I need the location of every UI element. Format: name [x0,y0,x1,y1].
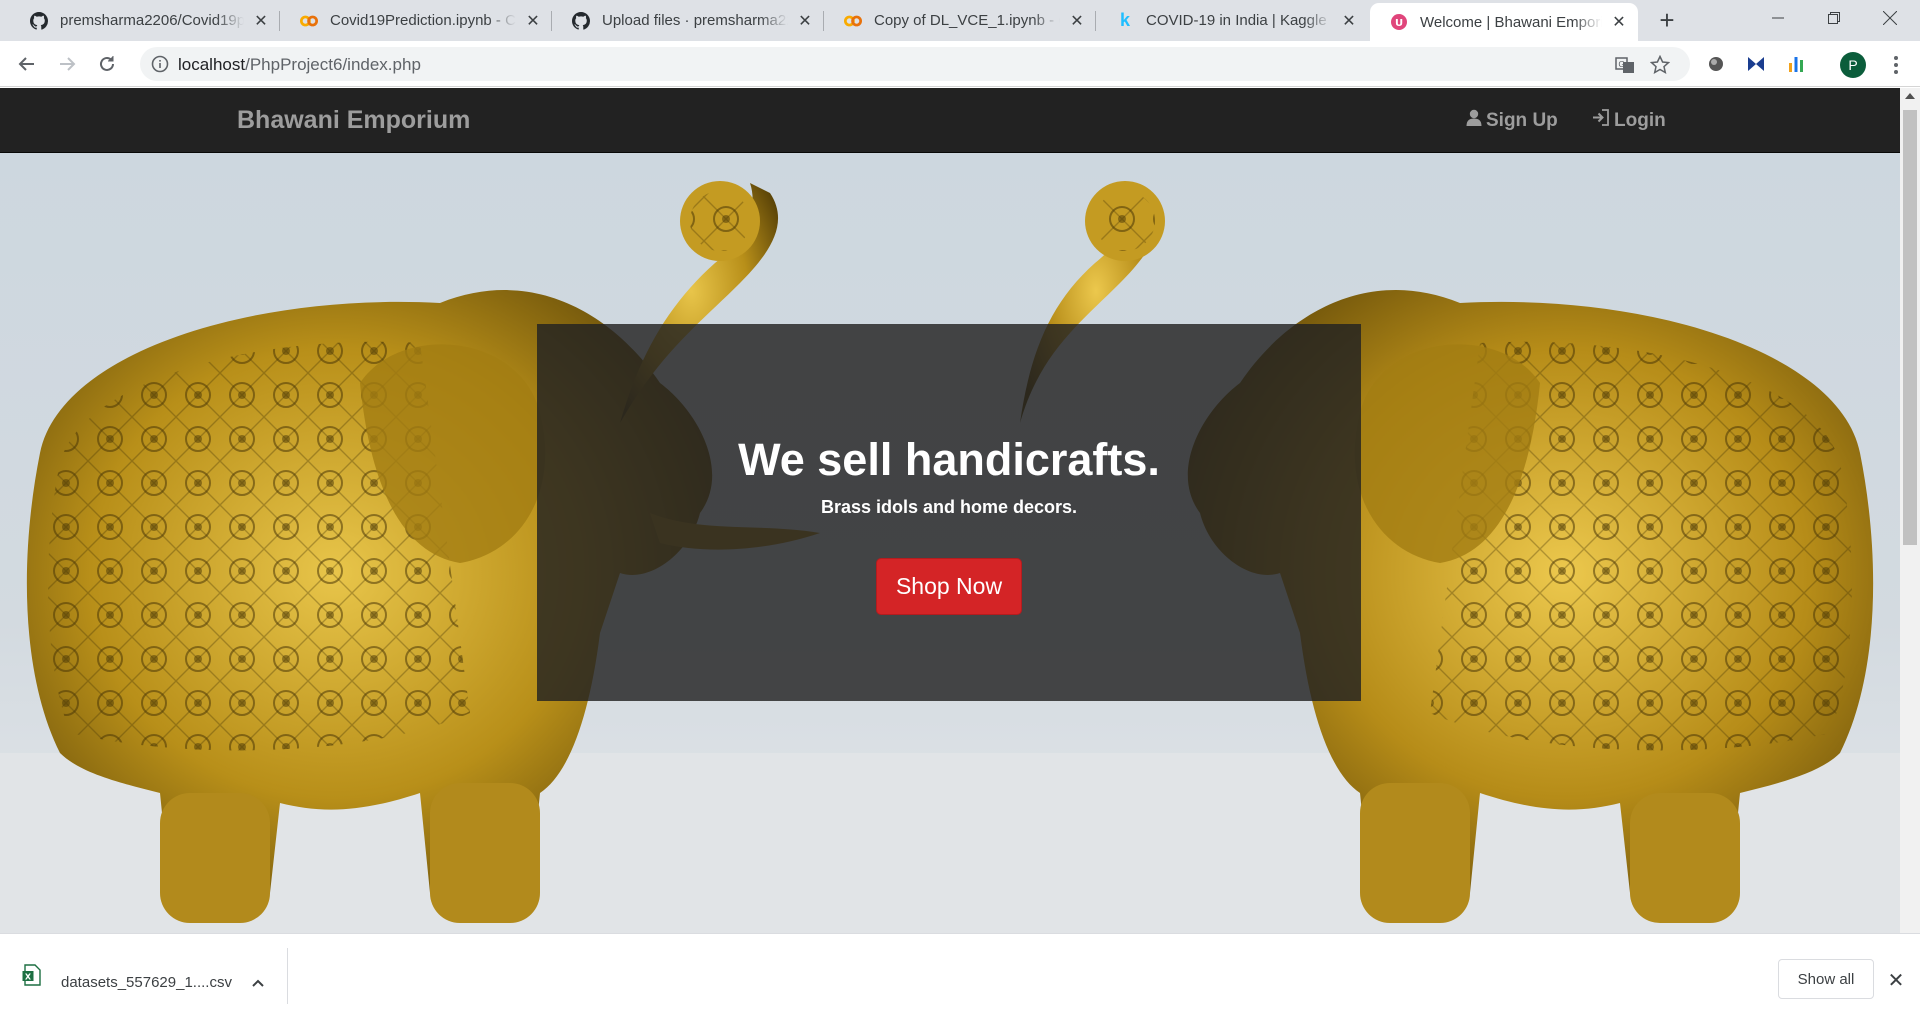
tab-kaggle[interactable]: k COVID-19 in India | Kaggle ✕ [1096,0,1368,41]
tab-title: Upload files · premsharma2206/Covid19pre… [602,12,788,29]
extension-circle-icon[interactable] [1706,54,1726,74]
tab-bhawani-emporium[interactable]: U Welcome | Bhawani Emporium ✕ [1370,3,1638,41]
url-host: localhost [178,55,246,74]
tab-title: Copy of DL_VCE_1.ipynb - Colaboratory [874,12,1060,29]
back-icon[interactable] [11,48,43,80]
svg-text:X: X [25,973,32,982]
github-icon [30,11,48,30]
tab-github-covid[interactable]: premsharma2206/Covid19prediction ✕ [10,0,280,41]
menu-kebab-icon[interactable] [1886,53,1906,77]
close-icon[interactable]: ✕ [1610,13,1628,31]
forward-icon[interactable] [51,48,83,80]
address-bar[interactable]: localhost/PhpProject6/index.php G [140,47,1690,81]
tab-title: premsharma2206/Covid19prediction [60,12,244,29]
browser-toolbar: localhost/PhpProject6/index.php G P [0,41,1920,87]
login-label: Login [1614,109,1666,131]
download-file-name[interactable]: datasets_557629_1....csv [61,974,232,991]
hero-heading: We sell handicrafts. [738,434,1160,485]
hero-subheading: Brass idols and home decors. [820,497,1078,517]
minimize-icon[interactable] [1750,0,1806,36]
bookmark-star-icon[interactable] [1649,54,1671,75]
shop-now-button[interactable]: Shop Now [876,558,1022,615]
tab-colab-dl[interactable]: Copy of DL_VCE_1.ipynb - Colaboratory ✕ [824,0,1096,41]
close-icon[interactable]: ✕ [524,12,542,30]
hero-jumbotron: We sell handicrafts. Brass idols and hom… [537,324,1361,701]
scroll-up-icon[interactable] [1905,93,1915,99]
site-icon: U [1390,13,1408,31]
close-icon[interactable]: ✕ [1340,12,1358,30]
close-icon[interactable]: ✕ [252,12,270,30]
download-shelf: X datasets_557629_1....csv Show all ✕ [0,933,1920,1030]
new-tab-button[interactable]: + [1652,5,1682,35]
shelf-divider [287,948,288,1004]
signup-label: Sign Up [1486,109,1558,131]
profile-avatar[interactable]: P [1840,52,1866,78]
colab-icon [844,12,862,30]
window-close-icon[interactable] [1862,0,1918,36]
excel-icon: X [22,964,42,991]
download-item[interactable]: X [22,964,42,991]
translate-icon[interactable]: G [1615,55,1635,75]
extension-bowtie-icon[interactable] [1746,54,1766,74]
tab-title: Covid19Prediction.ipynb - Colaboratory [330,12,516,29]
tab-github-upload[interactable]: Upload files · premsharma2206/Covid19pre… [552,0,824,41]
brand-link[interactable]: Bhawani Emporium [237,106,470,135]
show-all-button[interactable]: Show all [1778,959,1874,999]
reload-icon[interactable] [91,48,123,80]
url-text: localhost/PhpProject6/index.php [178,55,421,75]
kaggle-icon: k [1119,10,1130,30]
restore-icon[interactable] [1806,0,1862,36]
close-icon[interactable]: ✕ [796,12,814,30]
scrollbar-thumb[interactable] [1903,110,1917,545]
page-viewport: Bhawani Emporium Sign Up Login We sell h… [0,88,1900,933]
svg-text:U: U [1395,18,1403,29]
close-icon[interactable]: ✕ [1886,970,1906,992]
github-icon [572,11,590,30]
info-icon[interactable] [151,55,169,73]
page-scrollbar[interactable] [1900,88,1920,933]
signup-link[interactable]: Sign Up [1466,109,1558,132]
extension-chart-icon[interactable] [1786,54,1806,74]
login-icon [1592,109,1610,132]
tab-title: Welcome | Bhawani Emporium [1420,13,1602,31]
url-path: /PhpProject6/index.php [245,55,421,74]
tab-strip: premsharma2206/Covid19prediction ✕ Covid… [0,0,1920,41]
close-icon[interactable]: ✕ [1068,12,1086,30]
login-link[interactable]: Login [1592,109,1666,132]
site-navbar: Bhawani Emporium Sign Up Login [0,88,1900,153]
chevron-up-icon[interactable] [250,975,266,991]
hero-banner: We sell handicrafts. Brass idols and hom… [0,153,1900,933]
tab-title: COVID-19 in India | Kaggle [1146,12,1332,29]
colab-icon [300,12,318,30]
user-icon [1466,109,1482,132]
tab-colab-covid[interactable]: Covid19Prediction.ipynb - Colaboratory ✕ [280,0,552,41]
svg-text:G: G [1618,60,1624,69]
